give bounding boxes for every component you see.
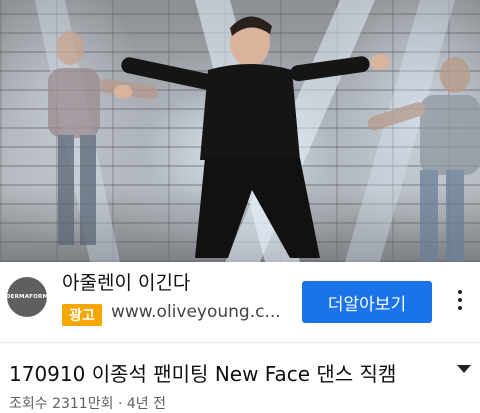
divider — [0, 342, 480, 343]
learn-more-button[interactable]: 더알아보기 — [302, 281, 432, 323]
stage-scene — [35, 0, 480, 262]
ad-badge: 광고 — [62, 304, 102, 326]
video-metadata: 조회수 2311만회 · 4년 전 — [9, 393, 166, 413]
advertiser-logo[interactable]: DERMAFORM — [6, 277, 48, 317]
advertiser-name[interactable]: 아줄렌이 이긴다 — [62, 268, 190, 295]
chevron-down-icon[interactable] — [455, 363, 473, 375]
video-title[interactable]: 170910 이종석 팬미팅 New Face 댄스 직캠 — [9, 358, 396, 387]
upload-age: 4년 전 — [126, 396, 166, 412]
ad-url[interactable]: www.oliveyoung.c... — [111, 302, 281, 322]
video-player[interactable] — [0, 0, 480, 262]
more-vertical-icon[interactable] — [452, 290, 468, 314]
view-count: 조회수 2311만회 — [9, 396, 114, 412]
meta-separator: · — [117, 396, 123, 412]
